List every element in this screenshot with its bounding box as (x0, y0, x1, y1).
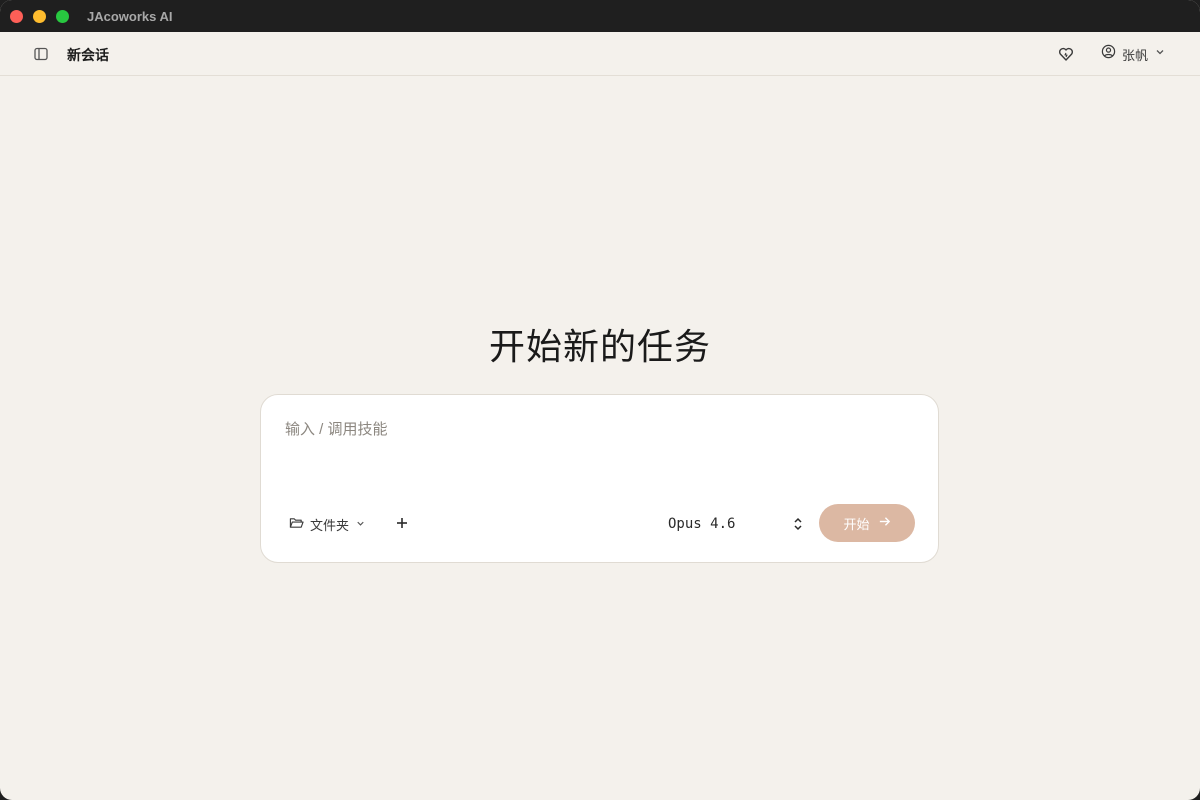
arrow-right-icon (878, 515, 891, 531)
window-controls (10, 9, 69, 23)
page-title: 开始新的任务 (488, 327, 711, 368)
heart-icon[interactable] (1057, 45, 1075, 63)
top-header: 新会话 张帆 (0, 32, 1200, 76)
title-bar: JAcoworks AI (0, 0, 1200, 32)
sidebar-toggle-icon[interactable] (33, 46, 49, 62)
close-window-button[interactable] (10, 9, 23, 23)
user-circle-icon (1101, 44, 1116, 64)
minimize-window-button[interactable] (33, 9, 46, 23)
app-title: JAcoworks AI (87, 8, 173, 24)
session-title: 新会话 (67, 47, 109, 63)
prompt-input[interactable] (285, 417, 915, 441)
task-composer: 文件夹 Opus 4.6 开始 (260, 394, 939, 563)
app-window: JAcoworks AI 新会话 张帆 开始新的任务 输入 / 调用技能 文件夹… (0, 0, 1200, 800)
user-name: 张帆 (1122, 47, 1149, 63)
plus-icon[interactable] (393, 514, 411, 532)
chevron-down-icon (355, 517, 366, 532)
start-button[interactable]: 开始 (819, 504, 915, 542)
start-label: 开始 (843, 516, 870, 532)
folder-open-icon (289, 516, 304, 533)
folder-button[interactable]: 文件夹 (289, 514, 366, 534)
chevron-down-icon (1154, 45, 1166, 63)
chevron-up-down-icon (792, 516, 804, 537)
model-select[interactable]: Opus 4.6 (668, 513, 808, 535)
user-menu[interactable]: 张帆 (1101, 44, 1166, 64)
model-label: Opus 4.6 (668, 516, 736, 532)
folder-label: 文件夹 (310, 517, 350, 533)
maximize-window-button[interactable] (56, 9, 69, 23)
